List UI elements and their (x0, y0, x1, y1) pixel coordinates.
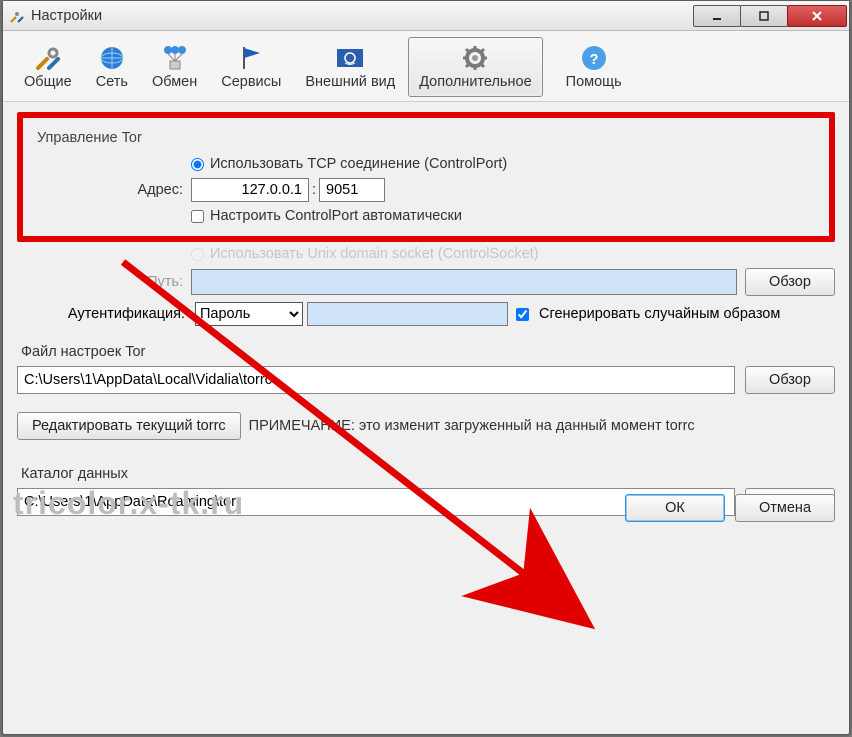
datadir-section-label: Каталог данных (21, 466, 835, 482)
gear-icon (459, 42, 491, 74)
tab-appearance[interactable]: Внешний вид (294, 37, 406, 97)
un-flag-icon (334, 42, 366, 74)
tab-label: Обмен (152, 74, 197, 90)
addr-label: Адрес: (33, 182, 191, 198)
tab-services[interactable]: Сервисы (210, 37, 292, 97)
highlight-box: Управление Tor Использовать TCP соединен… (17, 112, 835, 242)
edit-torrc-button[interactable]: Редактировать текущий torrc (17, 412, 241, 440)
tab-general[interactable]: Общие (13, 37, 83, 97)
tab-label: Дополнительное (419, 74, 531, 90)
toolbar: Общие Сеть Обмен Сервисы Внешний вид Доп… (3, 31, 849, 102)
path-input (191, 269, 737, 295)
dialog-body: Управление Tor Использовать TCP соединен… (3, 102, 849, 536)
random-password-checkbox[interactable] (516, 308, 529, 321)
svg-text:?: ? (589, 52, 598, 68)
flag-icon (235, 42, 267, 74)
browse-torrc-button[interactable]: Обзор (745, 366, 835, 394)
radio-tcp[interactable] (191, 158, 204, 171)
tab-sharing[interactable]: Обмен (141, 37, 208, 97)
minimize-button[interactable] (693, 5, 741, 27)
addr-port-colon: : (309, 182, 319, 198)
torrc-section-label: Файл настроек Tor (21, 344, 835, 360)
cancel-button[interactable]: Отмена (735, 494, 835, 522)
radio-tcp-label: Использовать TCP соединение (ControlPort… (210, 156, 507, 172)
ok-button[interactable]: ОК (625, 494, 725, 522)
titlebar: Настройки (3, 1, 849, 31)
globe-icon (96, 42, 128, 74)
auth-password-input (307, 302, 508, 326)
window-title: Настройки (31, 8, 694, 24)
network-nodes-icon (159, 42, 191, 74)
auto-controlport-label: Настроить ControlPort автоматически (210, 208, 462, 224)
window-buttons (694, 5, 847, 27)
random-password-label: Сгенерировать случайным образом (539, 306, 780, 322)
app-icon (9, 8, 25, 24)
auth-mode-select[interactable]: Пароль (195, 302, 303, 326)
tab-label: Сеть (96, 74, 128, 90)
tab-advanced[interactable]: Дополнительное (408, 37, 542, 97)
auto-controlport-checkbox[interactable] (191, 210, 204, 223)
tab-help[interactable]: ? Помощь (555, 37, 633, 97)
path-label: Путь: (17, 274, 191, 290)
tab-label: Помощь (566, 74, 622, 90)
tab-label: Сервисы (221, 74, 281, 90)
port-input[interactable] (319, 178, 385, 202)
tab-network[interactable]: Сеть (85, 37, 139, 97)
group-title-tor: Управление Tor (37, 130, 819, 146)
auth-label: Аутентификация: (17, 306, 191, 322)
tab-label: Внешний вид (305, 74, 395, 90)
maximize-button[interactable] (740, 5, 788, 27)
torrc-note: ПРИМЕЧАНИЕ: это изменит загруженный на д… (249, 418, 695, 434)
close-button[interactable] (787, 5, 847, 27)
help-icon: ? (578, 42, 610, 74)
tools-icon (32, 42, 64, 74)
radio-unix-label: Использовать Unix domain socket (Control… (210, 246, 539, 262)
browse-path-button[interactable]: Обзор (745, 268, 835, 296)
settings-window: Настройки Общие Сеть Обмен Сервисы Внешн… (2, 0, 850, 735)
radio-unix (191, 248, 204, 261)
tab-label: Общие (24, 74, 72, 90)
dialog-footer: ОК Отмена (17, 494, 835, 522)
addr-input[interactable] (191, 178, 309, 202)
torrc-path-input[interactable] (17, 366, 735, 394)
